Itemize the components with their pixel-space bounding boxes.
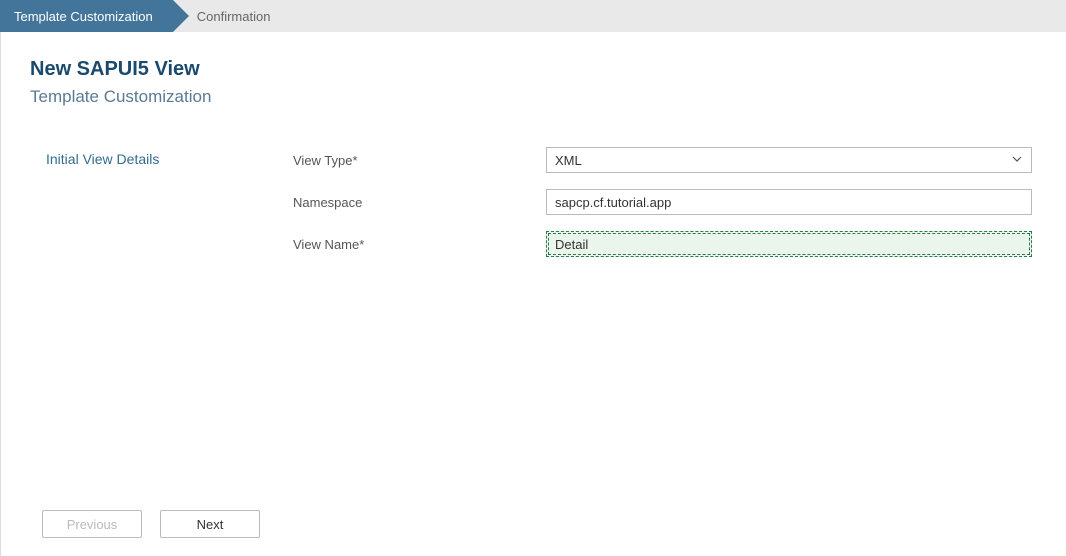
breadcrumb: Template Customization Confirmation [0,0,1066,32]
page-title: New SAPUI5 View [30,58,1036,81]
form-area: Initial View Details View Type* XML Name… [30,147,1036,273]
view-type-select[interactable]: XML [546,147,1032,173]
previous-button[interactable]: Previous [42,510,142,538]
section-label: Initial View Details [46,147,293,273]
breadcrumb-step-label: Template Customization [14,9,153,24]
breadcrumb-step-label: Confirmation [197,9,271,24]
left-border [0,0,1,556]
view-type-value: XML [555,153,1011,168]
breadcrumb-step-confirmation[interactable]: Confirmation [173,0,291,32]
form-fields: View Type* XML Namespace View Na [293,147,1036,273]
label-namespace: Namespace [293,195,546,210]
breadcrumb-step-template-customization[interactable]: Template Customization [0,0,173,32]
chevron-down-icon [1011,153,1023,168]
content-area: New SAPUI5 View Template Customization I… [0,32,1066,273]
next-button[interactable]: Next [160,510,260,538]
view-name-input[interactable] [546,231,1032,257]
namespace-input[interactable] [546,189,1032,215]
page-subtitle: Template Customization [30,87,1036,107]
label-view-name: View Name* [293,237,546,252]
row-view-type: View Type* XML [293,147,1036,173]
label-view-type: View Type* [293,153,546,168]
row-view-name: View Name* [293,231,1036,257]
row-namespace: Namespace [293,189,1036,215]
footer-buttons: Previous Next [42,510,260,538]
